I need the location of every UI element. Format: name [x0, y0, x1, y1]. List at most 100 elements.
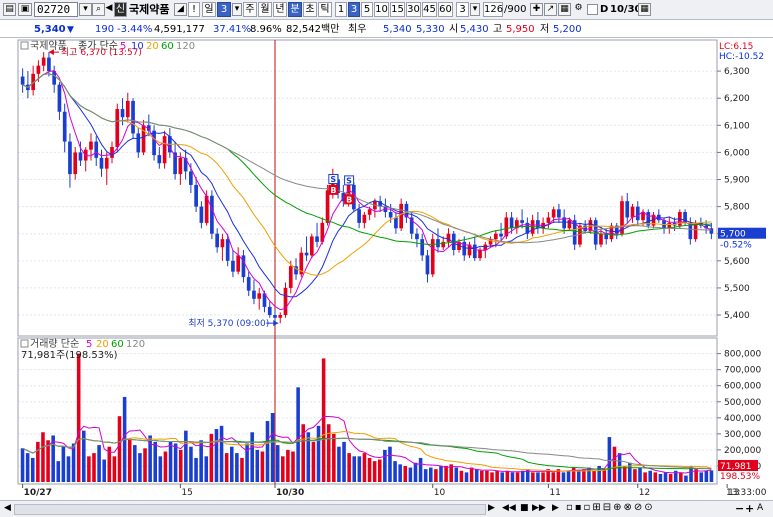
price-change: 190: [95, 24, 115, 35]
candle-body: [357, 209, 361, 223]
stock-chart[interactable]: 6,300 6,200 6,100 6,000 5,900 5,800 5,700 5,600…: [0, 38, 773, 500]
new-badge: 신: [114, 2, 127, 17]
volume-bar: [434, 469, 438, 482]
stop-icon[interactable]: ■: [520, 503, 529, 513]
low-label: 저: [540, 24, 550, 35]
candle-body: [152, 130, 156, 156]
candle-body: [178, 157, 183, 175]
volume-bar: [71, 443, 76, 482]
period-week[interactable]: 주: [243, 2, 257, 17]
candle-body: [189, 171, 193, 185]
volume-bar: [117, 416, 122, 482]
volume-bar: [602, 469, 607, 482]
volume-bar: [643, 472, 647, 482]
interval-10[interactable]: 10: [374, 2, 389, 17]
volume-bar: [214, 429, 219, 482]
chart-scrollbar[interactable]: ◀ ▶ ◀◀ ■ ▶▶ ▶ ▫▪▫⊞⊟⊕⊗⊘⊙ − + A: [0, 500, 773, 517]
menu-icon[interactable]: ▤: [3, 3, 16, 16]
interval-30[interactable]: 30: [406, 2, 421, 17]
volume-bar: [296, 387, 300, 482]
price-tick-label: 6,100: [724, 121, 750, 131]
time-tick-label: 10/27: [24, 488, 52, 498]
best-bid-price: 5,330: [416, 24, 445, 35]
date-checkbox[interactable]: [587, 4, 598, 15]
interval-45[interactable]: 45: [422, 2, 437, 17]
volume-bar: [332, 433, 336, 482]
legend-ma20: 20: [146, 41, 159, 52]
lock-icon[interactable]: ▣: [18, 3, 32, 16]
volume-bar: [592, 470, 596, 482]
candle-body: [415, 233, 419, 240]
candle-body: [394, 217, 398, 229]
tool-icons[interactable]: ▫▪▫⊞⊟⊕⊗⊘⊙: [566, 502, 655, 513]
interval-1[interactable]: 1: [335, 2, 347, 17]
interval-value-input[interactable]: 3: [456, 2, 469, 17]
volume-bar: [485, 470, 489, 482]
volume-bar: [541, 472, 545, 482]
first-page-icon[interactable]: ◀◀: [502, 503, 516, 513]
zoom-in-icon[interactable]: +: [745, 502, 754, 515]
price-tick-label: 6,300: [724, 67, 750, 77]
volume-bar: [184, 430, 188, 482]
scroll-track[interactable]: [14, 504, 486, 515]
volume-bar: [383, 449, 387, 482]
dropdown-chevron-icon[interactable]: ▾: [79, 3, 92, 16]
stock-code-input[interactable]: 02720: [34, 2, 78, 17]
period-second[interactable]: 초: [303, 2, 317, 17]
period-year[interactable]: 년: [273, 2, 287, 17]
save-icon[interactable]: ▦: [558, 3, 571, 16]
period-minute[interactable]: 분: [288, 2, 302, 17]
current-time: 13:33:00: [726, 488, 767, 498]
font-size-icon[interactable]: A: [757, 503, 763, 513]
legend-ma10: 10: [131, 41, 144, 52]
volume-bar: [704, 470, 709, 482]
candle-body: [446, 233, 451, 242]
calendar-icon[interactable]: ▦: [638, 3, 651, 16]
candle-body: [309, 236, 314, 256]
zoom-icon[interactable]: ✚: [530, 3, 543, 16]
scroll-left-icon[interactable]: ◀: [4, 503, 11, 513]
volume-bar: [531, 472, 535, 482]
interval-3[interactable]: 3: [348, 2, 360, 17]
scroll-right-icon[interactable]: ▶: [488, 503, 495, 513]
period-month[interactable]: 월: [258, 2, 272, 17]
period-tick[interactable]: 틱: [318, 2, 332, 17]
candle-body: [225, 239, 230, 261]
last-page-icon[interactable]: ▶▶: [532, 503, 546, 513]
speaker-icon[interactable]: ◀: [105, 3, 113, 16]
chevron-down-icon[interactable]: ▾: [470, 3, 480, 16]
interval-15[interactable]: 15: [390, 2, 405, 17]
bar-count-input[interactable]: 126: [483, 2, 503, 17]
candle-body: [236, 255, 241, 272]
quote-bar: 5,340 ▼ 190 -3.44% 4,591,177 37.41% 8.96…: [0, 20, 773, 56]
period-day[interactable]: 일: [202, 2, 216, 17]
date-label: D: [600, 4, 609, 15]
volume-bar: [352, 456, 357, 482]
search-icon[interactable]: ⌕: [92, 3, 105, 16]
play-icon[interactable]: ▶: [552, 503, 559, 513]
draw-icon[interactable]: ↗: [544, 3, 557, 16]
expand-icon[interactable]: ◢: [174, 3, 187, 16]
candle-body: [220, 239, 225, 248]
legend-ma120: 120: [176, 41, 195, 52]
date-input[interactable]: 10/30: [610, 4, 641, 15]
candle-body: [199, 206, 204, 223]
gear-icon[interactable]: ⚙: [572, 3, 585, 16]
candle-body: [89, 141, 93, 150]
volume-bar: [281, 456, 285, 482]
chevron-down-icon[interactable]: ▾: [232, 3, 242, 16]
volume-bar: [709, 470, 714, 482]
zoom-out-icon[interactable]: −: [735, 502, 744, 515]
interval-60[interactable]: 60: [438, 2, 453, 17]
volume-bar: [505, 470, 510, 482]
volume-bar: [20, 448, 25, 482]
volume-bar: [699, 472, 704, 482]
volume-bar: [97, 445, 101, 482]
alert-button[interactable]: !: [188, 2, 200, 17]
interval-5[interactable]: 5: [361, 2, 373, 17]
period-day-value[interactable]: 3: [217, 2, 231, 17]
candle-body: [388, 212, 393, 218]
volume-bar: [36, 441, 40, 482]
current-price-label: 5,700: [720, 230, 746, 240]
legend-vma120: 120: [126, 339, 145, 350]
